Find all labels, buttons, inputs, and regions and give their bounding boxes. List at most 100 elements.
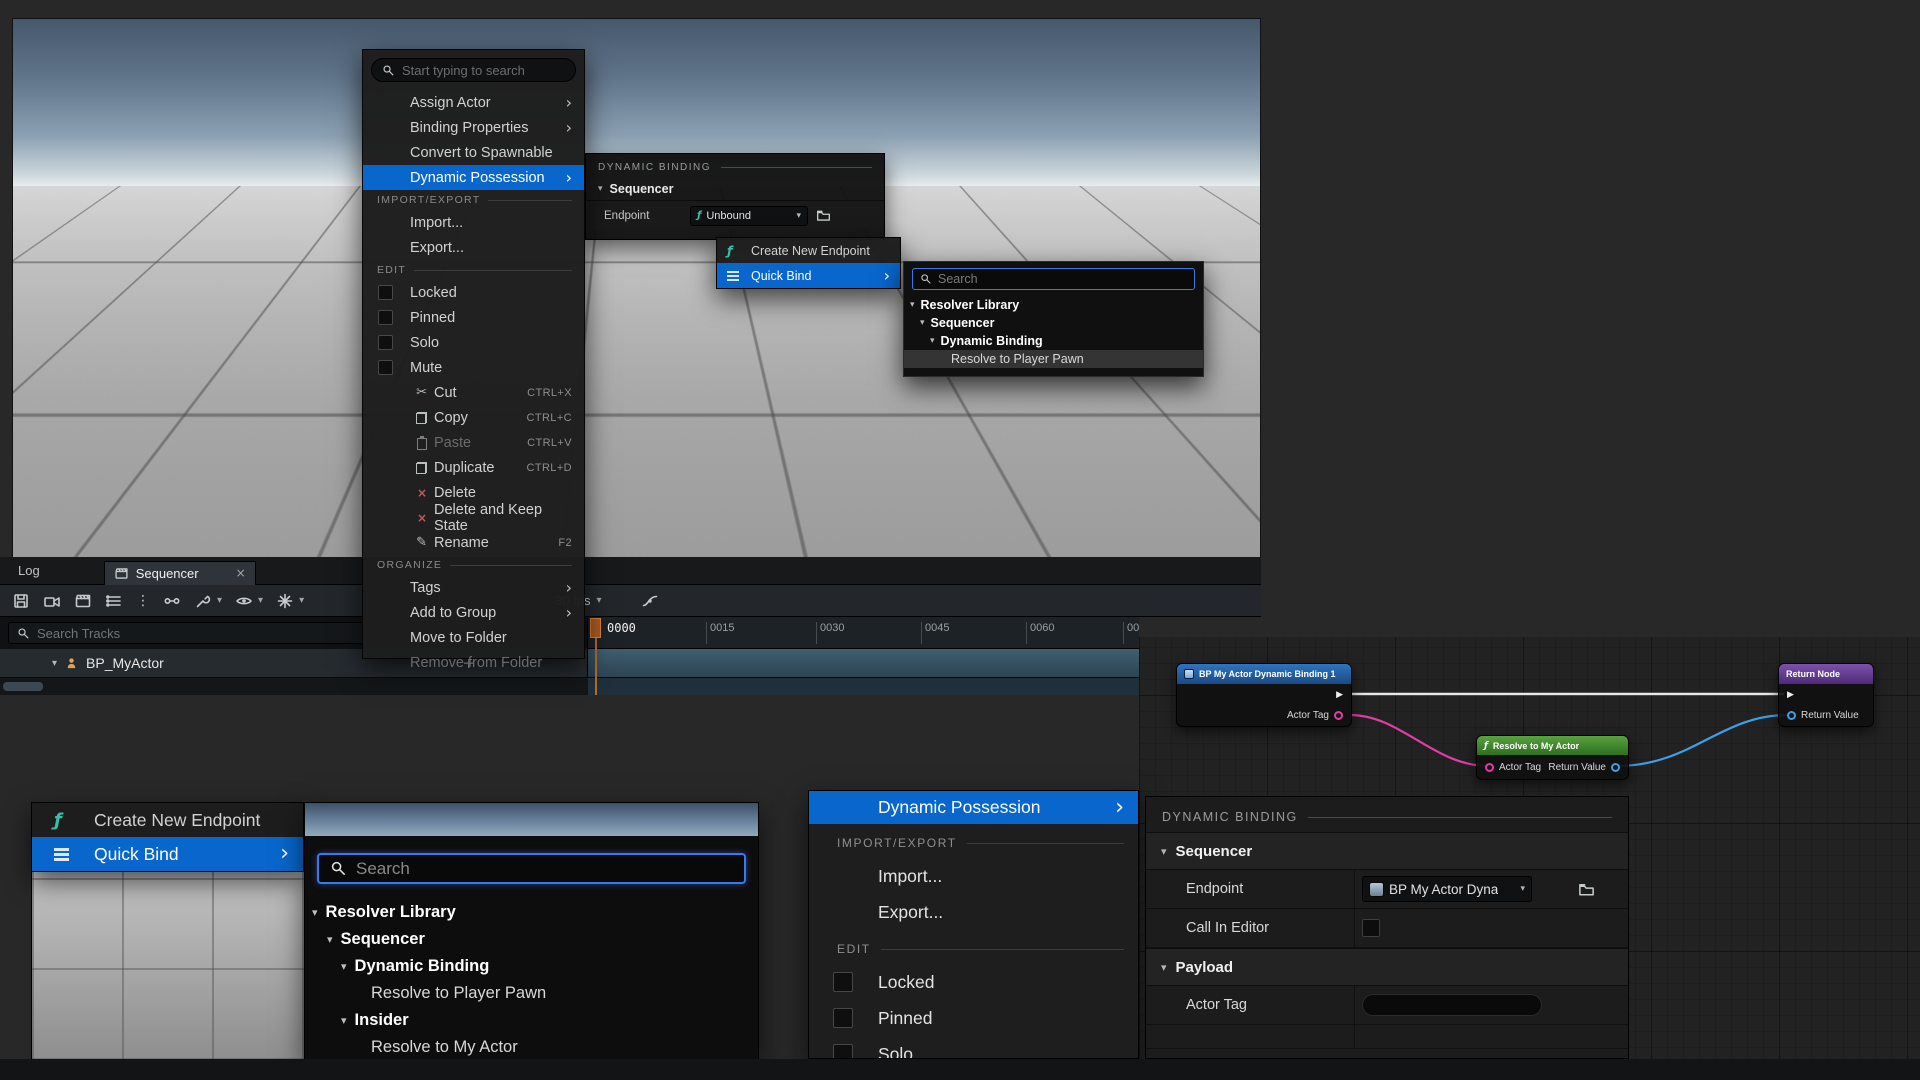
menu-item-rename[interactable]: ✎RenameF2 <box>363 530 584 555</box>
menu-item-assign-actor[interactable]: Assign Actor› <box>363 90 584 115</box>
tree-item-resolve-to-player-pawn[interactable]: Resolve to Player Pawn <box>305 980 758 1007</box>
tab-sequencer[interactable]: Sequencer × <box>104 561 256 585</box>
menu-item-tags[interactable]: Tags› <box>363 575 584 600</box>
list-icon[interactable] <box>105 592 123 610</box>
call-in-editor-checkbox[interactable] <box>1362 919 1380 937</box>
menu-item-create-new-endpoint[interactable]: ƒ Create New Endpoint <box>32 803 303 837</box>
tree-item-resolver-library[interactable]: ▾Resolver Library <box>305 899 758 926</box>
tree-item-sequencer[interactable]: ▾Sequencer <box>305 926 758 953</box>
menu-item-export[interactable]: Export... <box>363 235 584 260</box>
menu-item-remove-from-folder[interactable]: Remove from Folder <box>363 650 584 675</box>
tree-item-dynamic-binding[interactable]: ▾Dynamic Binding <box>305 953 758 980</box>
exec-input-pin[interactable]: ▶ <box>1787 690 1794 700</box>
chevron-down-icon: ▾ <box>1520 884 1525 894</box>
actor-tag-input[interactable] <box>1362 994 1542 1016</box>
payload-section-row[interactable]: ▾ Payload <box>1146 948 1628 986</box>
menu-item-quick-bind[interactable]: Quick Bind › <box>32 837 303 871</box>
menu-item-solo[interactable]: Solo <box>809 1036 1138 1059</box>
menu-item-import[interactable]: Import... <box>363 210 584 235</box>
link-icon[interactable] <box>163 592 181 610</box>
menu-item-dynamic-possession[interactable]: Dynamic Possession› <box>363 165 584 190</box>
endpoint-label: Endpoint <box>1146 881 1354 897</box>
return-value-output-pin[interactable] <box>1611 763 1620 772</box>
sequencer-section-row[interactable]: ▾ Sequencer <box>586 177 884 200</box>
menu-item-paste[interactable]: PasteCTRL+V <box>363 430 584 455</box>
render-movie-icon[interactable] <box>74 592 92 610</box>
checkbox[interactable] <box>378 335 393 350</box>
actor-tag-input-pin[interactable] <box>1485 763 1494 772</box>
browse-icon[interactable] <box>816 208 831 223</box>
exec-output-pin[interactable]: ▶ <box>1336 690 1343 700</box>
menu-item-copy[interactable]: CopyCTRL+C <box>363 405 584 430</box>
checkbox[interactable] <box>378 310 393 325</box>
tree-item-resolver-library[interactable]: ▾Resolver Library <box>904 296 1203 314</box>
eye-caret-icon: ▾ <box>258 595 263 606</box>
node-return-node[interactable]: Return Node ▶ Return Value <box>1778 663 1874 727</box>
checkbox[interactable] <box>833 1008 853 1028</box>
return-value-input-pin[interactable] <box>1787 711 1796 720</box>
menu-item-locked[interactable]: Locked <box>363 280 584 305</box>
playhead-marker[interactable] <box>590 618 601 638</box>
tree-item-insider[interactable]: ▾Insider <box>305 1007 758 1034</box>
menu-item-duplicate[interactable]: DuplicateCTRL+D <box>363 455 584 480</box>
menu-item-import[interactable]: Import... <box>809 858 1138 894</box>
menu-item-create-new-endpoint[interactable]: ƒ Create New Endpoint <box>717 238 900 263</box>
checkbox[interactable] <box>378 285 393 300</box>
tree-item-dynamic-binding[interactable]: ▾Dynamic Binding <box>904 332 1203 350</box>
quick-bind-search-box[interactable] <box>912 268 1195 290</box>
menu-item-cut[interactable]: ✂CutCTRL+X <box>363 380 584 405</box>
tree-item-resolve-to-my-actor[interactable]: Resolve to My Actor <box>305 1034 758 1061</box>
menu-item-convert-to-spawnable[interactable]: Convert to Spawnable <box>363 140 584 165</box>
menu-search-box[interactable] <box>371 58 576 82</box>
menu-item-pinned[interactable]: Pinned <box>363 305 584 330</box>
camera-icon[interactable] <box>43 592 61 610</box>
clapper-icon <box>114 566 129 581</box>
menu-item-add-to-group[interactable]: Add to Group› <box>363 600 584 625</box>
submenu-arrow-icon: › <box>566 95 572 111</box>
save-icon[interactable] <box>12 592 30 610</box>
browse-icon[interactable] <box>1578 881 1595 898</box>
tree-item-resolve-to-player-pawn[interactable]: Resolve to Player Pawn <box>904 350 1203 368</box>
endpoint-combobox[interactable]: BP My Actor Dyna ▾ <box>1362 876 1532 902</box>
menu-item-move-to-folder[interactable]: Move to Folder <box>363 625 584 650</box>
menu-item-delete-keep-state[interactable]: ×Delete and Keep State <box>363 505 584 530</box>
curve-editor-icon[interactable] <box>641 592 659 610</box>
zoom-search-box[interactable] <box>317 853 746 884</box>
menu-item-export[interactable]: Export... <box>809 894 1138 930</box>
quick-bind-search-input[interactable] <box>938 272 1187 286</box>
menu-item-dynamic-possession[interactable]: Dynamic Possession › <box>809 791 1138 824</box>
scrollbar-handle[interactable] <box>3 682 43 691</box>
checkbox[interactable] <box>833 972 853 992</box>
track-lane[interactable] <box>588 649 1139 678</box>
wrench-icon[interactable] <box>194 592 212 610</box>
track-expand-caret-icon[interactable]: ▾ <box>52 658 57 669</box>
zoom-search-input[interactable] <box>356 859 733 879</box>
menu-section-organize: ORGANIZE <box>363 555 584 575</box>
actor-icon <box>64 656 79 671</box>
menu-search-input[interactable] <box>402 63 565 78</box>
menu-item-mute[interactable]: Mute <box>363 355 584 380</box>
menu-item-pinned[interactable]: Pinned <box>809 1000 1138 1036</box>
endpoint-row: Endpoint BP My Actor Dyna ▾ <box>1146 870 1628 909</box>
checkbox[interactable] <box>833 1044 853 1059</box>
playback-options-icon[interactable] <box>276 592 294 610</box>
node-bp-my-actor-dynamic-binding[interactable]: BP My Actor Dynamic Binding 1 ▶ Actor Ta… <box>1176 663 1352 727</box>
node-resolve-to-my-actor[interactable]: ƒ Resolve to My Actor Actor Tag Return V… <box>1476 735 1629 780</box>
tab-log[interactable]: Log <box>0 563 58 578</box>
endpoint-combobox[interactable]: ƒ Unbound ▾ <box>690 206 808 226</box>
tab-close-icon[interactable]: × <box>236 566 246 580</box>
menu-item-locked[interactable]: Locked <box>809 964 1138 1000</box>
menu-section-import-export: IMPORT/EXPORT <box>809 828 1138 858</box>
eye-icon[interactable] <box>235 592 253 610</box>
sequencer-section-row[interactable]: ▾ Sequencer <box>1146 832 1628 870</box>
pin-label: Return Value <box>1548 762 1606 773</box>
menu-item-quick-bind[interactable]: Quick Bind › <box>717 263 900 288</box>
tree-item-sequencer[interactable]: ▾Sequencer <box>904 314 1203 332</box>
menu-item-solo[interactable]: Solo <box>363 330 584 355</box>
kebab-menu-icon[interactable]: ⋮ <box>136 593 150 609</box>
checkbox[interactable] <box>378 360 393 375</box>
menu-item-binding-properties[interactable]: Binding Properties› <box>363 115 584 140</box>
timeline-ruler[interactable]: 0015 0030 0045 0060 00 <box>588 617 1139 649</box>
actor-tag-output-pin[interactable] <box>1334 711 1343 720</box>
track-range <box>596 649 1139 677</box>
